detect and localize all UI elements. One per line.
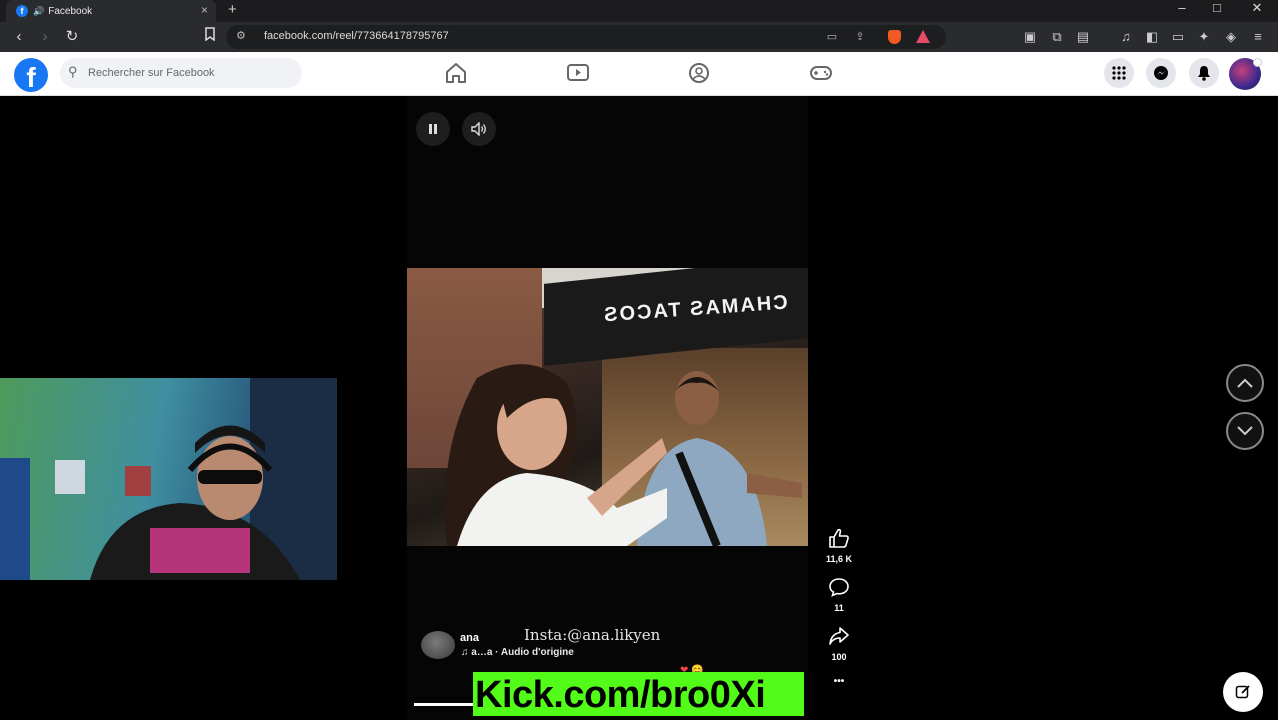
music-note-icon: ♫ bbox=[461, 647, 472, 658]
leo-icon[interactable]: ✦ bbox=[1194, 27, 1214, 47]
menu-icon[interactable]: ≡ bbox=[1248, 27, 1268, 47]
notifications-icon[interactable] bbox=[1189, 58, 1219, 88]
home-icon[interactable] bbox=[442, 60, 472, 88]
extension-icon-1[interactable]: ▣ bbox=[1020, 27, 1040, 47]
video-overlay-text: Insta:@ana.likyen bbox=[524, 626, 661, 644]
watch-icon[interactable] bbox=[564, 60, 594, 88]
sidebar-icon[interactable]: ◧ bbox=[1142, 27, 1162, 47]
pause-button[interactable] bbox=[416, 112, 450, 146]
more-options-icon[interactable]: ••• bbox=[819, 676, 859, 687]
facebook-favicon-icon: f bbox=[16, 5, 28, 17]
like-count: 11,6 K bbox=[825, 554, 853, 564]
groups-icon[interactable] bbox=[685, 60, 715, 88]
compose-button[interactable] bbox=[1223, 672, 1263, 712]
share-count: 100 bbox=[831, 652, 847, 662]
avatar-status-dot bbox=[1253, 58, 1262, 67]
browser-tab-strip: f 🔊 Facebook × + – □ ✕ bbox=[0, 0, 1278, 22]
comment-count: 11 bbox=[834, 603, 844, 613]
address-bar[interactable]: ⚙ facebook.com/reel/773664178795767 ▭ ⇪ bbox=[226, 25, 946, 49]
search-box[interactable]: ⚲ bbox=[60, 58, 302, 88]
brave-shields-icon[interactable] bbox=[888, 30, 901, 44]
extension-puzzle-icon[interactable]: ⧉ bbox=[1047, 27, 1067, 47]
new-tab-button[interactable]: + bbox=[228, 1, 237, 18]
forward-icon[interactable]: › bbox=[35, 27, 55, 47]
comment-button[interactable]: 11 bbox=[819, 577, 859, 613]
tab-audio-icon[interactable]: 🔊 bbox=[33, 6, 44, 17]
media-icon[interactable]: ♫ bbox=[1116, 27, 1136, 47]
browser-toolbar: ‹ › ↻ ⚙ facebook.com/reel/77366417879576… bbox=[0, 22, 1278, 52]
share-button[interactable]: 100 bbox=[819, 626, 859, 662]
chevron-down-icon bbox=[1237, 426, 1253, 436]
facebook-logo[interactable]: f bbox=[14, 58, 48, 92]
like-icon bbox=[829, 528, 849, 548]
comment-icon bbox=[829, 578, 849, 597]
back-icon[interactable]: ‹ bbox=[9, 27, 29, 47]
url-text[interactable]: facebook.com/reel/773664178795767 bbox=[264, 30, 449, 42]
gaming-icon[interactable] bbox=[807, 60, 837, 88]
next-reel-button[interactable] bbox=[1226, 412, 1264, 450]
minimize-button[interactable]: – bbox=[1170, 0, 1194, 18]
profile-avatar[interactable] bbox=[1229, 58, 1262, 90]
video-woman bbox=[445, 364, 667, 546]
close-window-button[interactable]: ✕ bbox=[1245, 0, 1269, 18]
audio-text: a…a · Audio d'origine bbox=[471, 647, 574, 658]
like-button[interactable]: 11,6 K bbox=[819, 528, 859, 564]
menu-grid-icon[interactable] bbox=[1104, 58, 1134, 88]
author-name[interactable]: ana bbox=[460, 632, 479, 644]
reload-icon[interactable]: ↻ bbox=[62, 27, 82, 47]
previous-reel-button[interactable] bbox=[1226, 364, 1264, 402]
share-icon bbox=[829, 627, 849, 645]
brave-rewards-icon[interactable] bbox=[916, 30, 930, 43]
extension-icon-3[interactable]: ▤ bbox=[1073, 27, 1093, 47]
kick-stream-banner: Kick.com/bro0Xi bbox=[473, 672, 804, 716]
browser-tab[interactable]: f 🔊 Facebook × bbox=[6, 0, 216, 22]
video-frame[interactable]: CHAMAS TACOS bbox=[407, 268, 808, 546]
edit-icon bbox=[1235, 685, 1250, 699]
maximize-button[interactable]: □ bbox=[1205, 0, 1229, 18]
bookmark-icon[interactable] bbox=[200, 27, 220, 47]
wallet-icon[interactable]: ▭ bbox=[1168, 27, 1188, 47]
chevron-up-icon bbox=[1237, 378, 1253, 388]
audio-label[interactable]: ♫ a…a · Audio d'origine bbox=[461, 647, 574, 658]
author-avatar[interactable] bbox=[421, 631, 455, 659]
tab-close-icon[interactable]: × bbox=[201, 3, 208, 17]
search-icon: ⚲ bbox=[68, 64, 78, 79]
facebook-header: f ⚲ bbox=[0, 52, 1278, 96]
share-icon[interactable]: ⇪ bbox=[852, 29, 868, 45]
tab-title: Facebook bbox=[48, 5, 93, 17]
streamer-webcam bbox=[0, 378, 337, 580]
vpn-icon[interactable]: ◈ bbox=[1221, 27, 1241, 47]
messenger-icon[interactable] bbox=[1146, 58, 1176, 88]
site-info-icon[interactable]: ⚙ bbox=[236, 29, 246, 42]
volume-icon[interactable] bbox=[462, 112, 496, 146]
cast-icon[interactable]: ▭ bbox=[824, 29, 840, 45]
banner-underline bbox=[414, 703, 474, 706]
search-input[interactable] bbox=[86, 62, 290, 84]
